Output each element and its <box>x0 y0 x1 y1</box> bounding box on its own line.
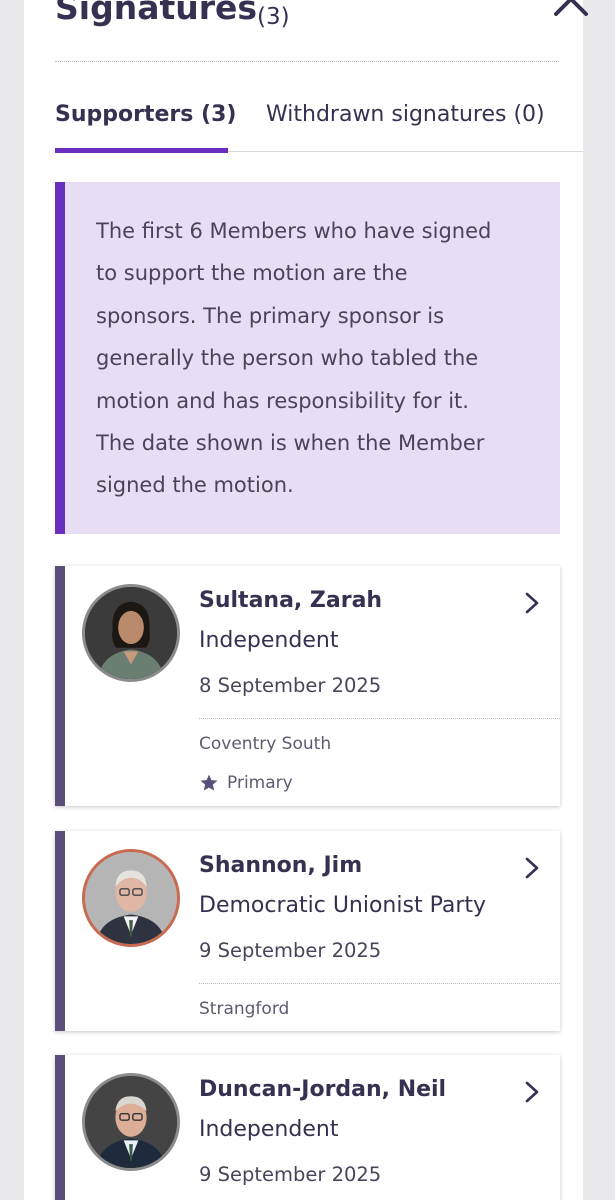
card-divider <box>199 983 560 984</box>
active-tab-indicator <box>55 148 228 153</box>
star-icon <box>200 774 218 791</box>
member-card[interactable]: Sultana, Zarah Independent 8 September 2… <box>55 566 560 806</box>
section-title: Signatures <box>55 0 258 27</box>
primary-label: Primary <box>227 773 293 793</box>
member-avatar <box>82 849 180 947</box>
constituency: Strangford <box>199 999 290 1019</box>
member-card[interactable]: Shannon, Jim Democratic Unionist Party 9… <box>55 831 560 1031</box>
member-card[interactable]: Duncan-Jordan, Neil Independent 9 Septem… <box>55 1055 560 1200</box>
tab-withdrawn-signatures[interactable]: Withdrawn signatures (0) <box>266 102 545 127</box>
chevron-right-icon[interactable] <box>521 1079 543 1105</box>
signature-tabs: Supporters (3) Withdrawn signatures (0) <box>55 96 583 153</box>
signed-date: 9 September 2025 <box>199 939 382 962</box>
sponsors-info-box: The first 6 Members who have signed to s… <box>55 182 560 534</box>
primary-sponsor-badge: Primary <box>199 771 293 795</box>
chevron-right-icon[interactable] <box>521 855 543 881</box>
signed-date: 8 September 2025 <box>199 674 382 697</box>
member-name[interactable]: Sultana, Zarah <box>199 588 382 613</box>
constituency: Coventry South <box>199 734 332 754</box>
member-party: Independent <box>199 1117 339 1142</box>
signed-date: 9 September 2025 <box>199 1163 382 1186</box>
signatures-header[interactable]: Signatures (3) <box>55 0 588 38</box>
tab-supporters[interactable]: Supporters (3) <box>55 102 236 127</box>
member-name[interactable]: Duncan-Jordan, Neil <box>199 1077 446 1102</box>
member-avatar <box>82 1073 180 1171</box>
member-party: Independent <box>199 628 339 653</box>
chevron-up-icon[interactable] <box>551 0 591 20</box>
divider <box>55 61 559 62</box>
member-avatar <box>82 584 180 682</box>
signatures-panel: Signatures (3) Supporters (3) Withdrawn … <box>24 0 588 1200</box>
member-name[interactable]: Shannon, Jim <box>199 853 362 878</box>
signature-count: (3) <box>257 4 290 30</box>
info-text: The first 6 Members who have signed to s… <box>96 219 492 498</box>
chevron-right-icon[interactable] <box>521 590 543 616</box>
member-party: Democratic Unionist Party <box>199 893 487 918</box>
card-divider <box>199 718 560 719</box>
